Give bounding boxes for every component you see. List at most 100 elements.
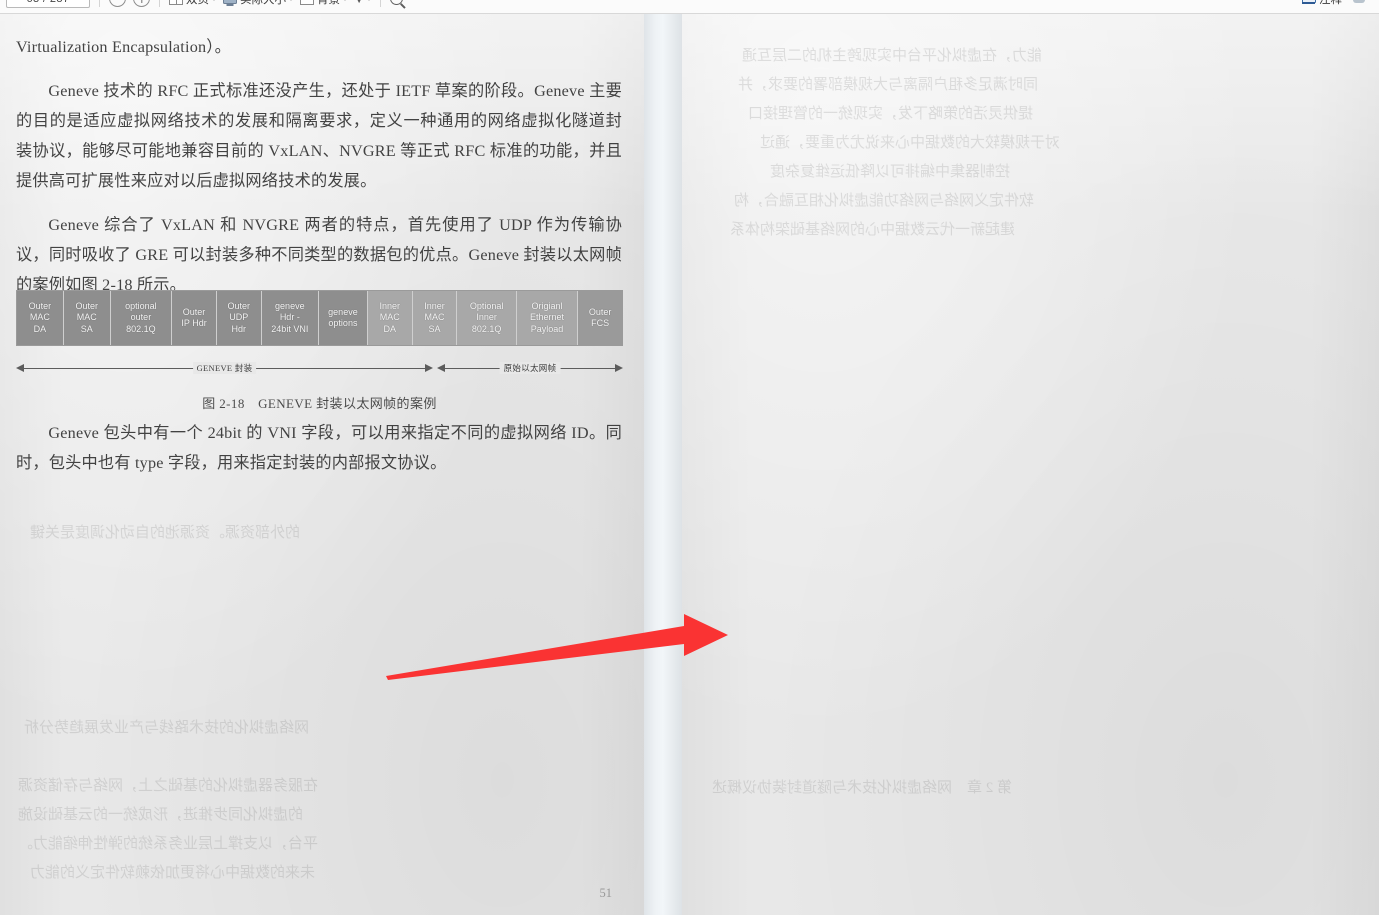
toolbar-right-group: 注释 <box>1302 0 1373 7</box>
packet-field-line: 802.1Q <box>471 323 502 334</box>
packet-field-line: SA <box>80 323 93 334</box>
cloud-icon[interactable] <box>1352 0 1367 4</box>
packet-field: Outer IP Hdr <box>172 291 217 345</box>
packet-field-line: UDP <box>229 312 249 323</box>
span-arrow-original-frame: 原始以太网帧 <box>437 362 623 374</box>
bleed-through-text: 在服务器虚拟化的基础之上，网络与存储资源 <box>18 778 319 794</box>
span-label: GENEVE 封装 <box>192 362 257 374</box>
paragraph: Geneve 技术的 RFC 正式标准还没产生，还处于 IETF 草案的阶段。G… <box>16 82 622 190</box>
packet-field-line: FCS <box>591 318 610 328</box>
figure-caption: 图 2-18 GENEVE 封装以太网帧的案例 <box>202 396 437 411</box>
packet-field-line: Outer <box>28 300 52 311</box>
fit-button[interactable]: ▲▼ ▾ <box>354 0 371 5</box>
dual-page-label: 双页 <box>186 0 209 7</box>
packet-field-line: Outer <box>182 306 206 317</box>
left-page-text-column-lower: Geneve 包头中有一个 24bit 的 VNI 字段，可以用来指定不同的虚拟… <box>16 418 622 478</box>
bleed-through-text: 平台，以支撑上层业务系统的弹性伸缩能力。 <box>18 836 319 852</box>
figure-2-18: Outer MAC DA Outer MAC SA optional outer 802.1Q O… <box>16 290 623 412</box>
zoom-out-icon[interactable] <box>109 0 126 7</box>
background-label: 背景 <box>317 0 340 7</box>
packet-field-line: IP Hdr <box>181 318 207 328</box>
toolbar-divider <box>99 0 100 7</box>
packet-field: Optional Inner 802.1Q <box>457 291 517 345</box>
background-button[interactable]: 背景 ▾ <box>300 0 347 7</box>
packet-field-line: Inner <box>379 300 401 311</box>
packet-field-line: MAC <box>29 312 50 323</box>
packet-span-arrows: GENEVE 封装 原始以太网帧 <box>16 355 623 381</box>
packet-field: Outer UDP Hdr <box>216 291 262 345</box>
packet-field: Outer MAC SA <box>63 291 111 345</box>
packet-field-line: DA <box>383 323 397 334</box>
fit-arrows-icon: ▲▼ <box>355 0 363 5</box>
toolbar-divider <box>159 0 160 7</box>
packet-field: Inner MAC DA <box>367 291 413 345</box>
bleed-through-text: 提供灵活的策略下发，实现统一的管理接口 <box>748 106 1034 122</box>
paragraph: Geneve 综合了 VxLAN 和 NVGRE 两者的特点，首先使用了 UDP… <box>16 216 622 294</box>
left-page-text-column: Virtualization Encapsulation）。 Geneve 技术… <box>16 32 622 300</box>
chevron-down-icon[interactable]: ▾ <box>212 0 216 3</box>
bleed-through-text: 软件定义网络与网络功能虚拟化相互融合，构 <box>734 193 1035 209</box>
chevron-down-icon[interactable]: ▾ <box>367 0 371 3</box>
bleed-through-text: 对于规模较大的数据中心来说尤为重要，通过 <box>760 135 1061 151</box>
bleed-through-text: 同时满足多租户隔离与大规模部署的要求，并 <box>738 77 1039 93</box>
packet-field: Outer MAC DA <box>17 291 64 345</box>
packet-field-line: MAC <box>76 312 97 323</box>
packet-field-line: Inner <box>424 300 445 311</box>
chevron-down-icon[interactable]: ▾ <box>289 0 293 3</box>
pdf-page-viewport[interactable]: 的外部资源。资源池的自动化调度是关键 网络虚拟化的技术路线与产业发展趋势分析 在… <box>0 14 1379 915</box>
bleed-through-text: 能力，在虚拟化平台中实现跨主机的二层互通 <box>742 48 1043 64</box>
annotate-button[interactable]: 注释 <box>1302 0 1342 7</box>
paragraph: Virtualization Encapsulation）。 <box>16 38 231 56</box>
page-gutter <box>644 14 682 915</box>
packet-field-line: optional <box>125 300 157 311</box>
chevron-down-icon[interactable]: ▾ <box>343 0 347 3</box>
bleed-through-text: 控制器集中编排可以降低运维复杂度 <box>770 164 1011 180</box>
bleed-through-text: 的虚拟化同步推进，形成统一的云基础设施 <box>18 807 304 823</box>
packet-field-line: Payload <box>530 323 564 334</box>
document-page-left[interactable]: 的外部资源。资源池的自动化调度是关键 网络虚拟化的技术路线与产业发展趋势分析 在… <box>0 14 644 915</box>
packet-field-line: DA <box>33 323 47 334</box>
search-icon[interactable] <box>390 0 404 5</box>
page-number-input[interactable]: 63 / 287 <box>6 0 90 8</box>
annotate-label: 注释 <box>1319 0 1342 7</box>
page-folio: 51 <box>599 886 613 900</box>
arrow-head-right-icon <box>425 364 433 372</box>
bleed-through-text: 第 2 章 网络虚拟化技术与隧道封装协议概述 <box>712 780 1013 796</box>
scan-texture-overlay <box>682 14 1379 915</box>
monitor-icon <box>223 0 238 4</box>
paragraph: Geneve 包头中有一个 24bit 的 VNI 字段，可以用来指定不同的虚拟… <box>16 424 622 472</box>
packet-field-line: Outer <box>588 306 612 317</box>
bleed-through-text: 未来的数据中心将更加依赖软件定义的能力 <box>30 865 316 881</box>
toolbar-divider <box>380 0 382 7</box>
background-icon <box>300 0 315 5</box>
annotation-icon <box>1302 0 1316 4</box>
packet-field-line: Hdr <box>231 323 247 334</box>
zoom-in-icon[interactable] <box>133 0 150 7</box>
packet-field: Origianl Ethernet Payload <box>516 291 579 345</box>
packet-field-line: Outer <box>227 300 251 311</box>
packet-field-line: geneve <box>275 300 305 311</box>
packet-field-line: Hdr - <box>279 312 300 323</box>
arrow-head-right-icon <box>615 364 623 372</box>
packet-field-line: MAC <box>424 312 445 323</box>
packet-field-line: SA <box>428 323 441 334</box>
bleed-through-text: 网络虚拟化的技术路线与产业发展趋势分析 <box>24 720 310 736</box>
span-label: 原始以太网帧 <box>499 362 561 374</box>
actual-size-label: 实际大小 <box>240 0 286 7</box>
packet-field: geneve options <box>318 291 368 345</box>
packet-field-line: Optional <box>469 300 504 311</box>
packet-format-diagram: Outer MAC DA Outer MAC SA optional outer 802.1Q O… <box>16 290 623 346</box>
packet-field-line: Ethernet <box>530 312 565 323</box>
packet-field-line: Inner <box>476 312 497 323</box>
actual-size-button[interactable]: 实际大小 ▾ <box>223 0 293 7</box>
packet-field-line: geneve <box>328 306 358 317</box>
document-page-right[interactable]: 能力，在虚拟化平台中实现跨主机的二层互通 同时满足多租户隔离与大规模部署的要求，… <box>682 14 1379 915</box>
bleed-through-text: 建起新一代云数据中心的网络基础架构体系 <box>730 222 1016 238</box>
packet-field: Outer FCS <box>578 291 623 345</box>
packet-field-line: MAC <box>379 312 400 323</box>
packet-field: geneve Hdr -24bit VNI <box>261 291 319 345</box>
pdf-viewer-toolbar: 63 / 287 双页 ▾ 实际大小 ▾ 背景 ▾ ▲▼ ▾ 注释 <box>0 0 1379 14</box>
packet-field-line: Origianl <box>531 300 563 311</box>
dual-page-button[interactable]: 双页 ▾ <box>169 0 216 7</box>
packet-field-line: 24bit VNI <box>271 323 309 334</box>
